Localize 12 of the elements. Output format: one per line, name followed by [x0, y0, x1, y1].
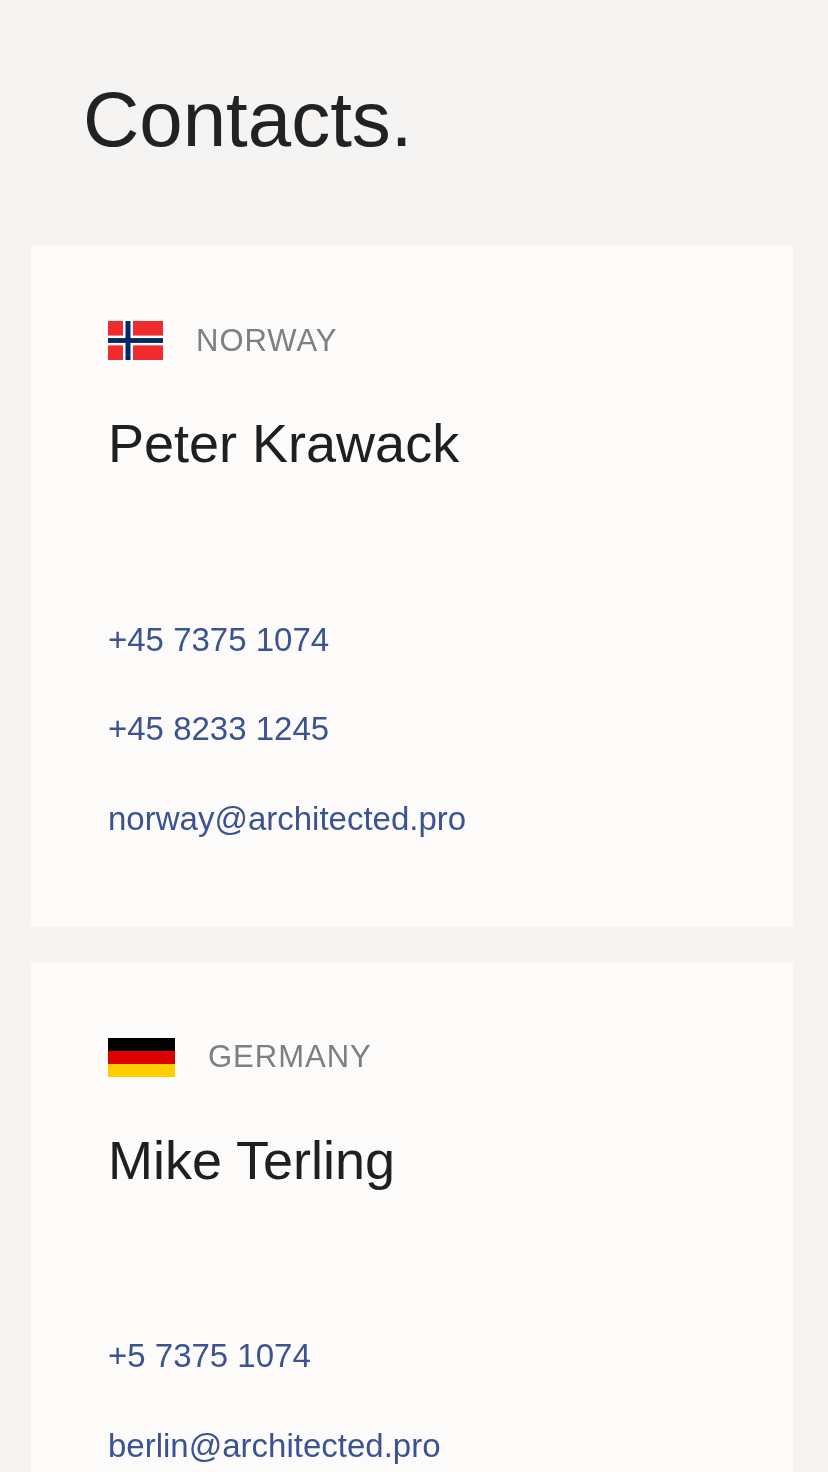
germany-flag-icon: [108, 1037, 175, 1077]
phone-link[interactable]: +5 7375 1074: [108, 1336, 311, 1376]
country-label: NORWAY: [196, 322, 338, 359]
phone-link[interactable]: +45 8233 1245: [108, 709, 330, 749]
contact-name: Peter Krawack: [108, 412, 460, 475]
email-link[interactable]: berlin@architected.pro: [108, 1425, 441, 1466]
contact-name: Mike Terling: [108, 1128, 396, 1192]
page-title: Contacts.: [83, 80, 413, 158]
phone-link[interactable]: +45 7375 1074: [108, 619, 330, 660]
country-label: GERMANY: [208, 1039, 372, 1076]
norway-flag-icon: [108, 321, 163, 360]
email-link[interactable]: norway@architected.pro: [108, 799, 467, 839]
